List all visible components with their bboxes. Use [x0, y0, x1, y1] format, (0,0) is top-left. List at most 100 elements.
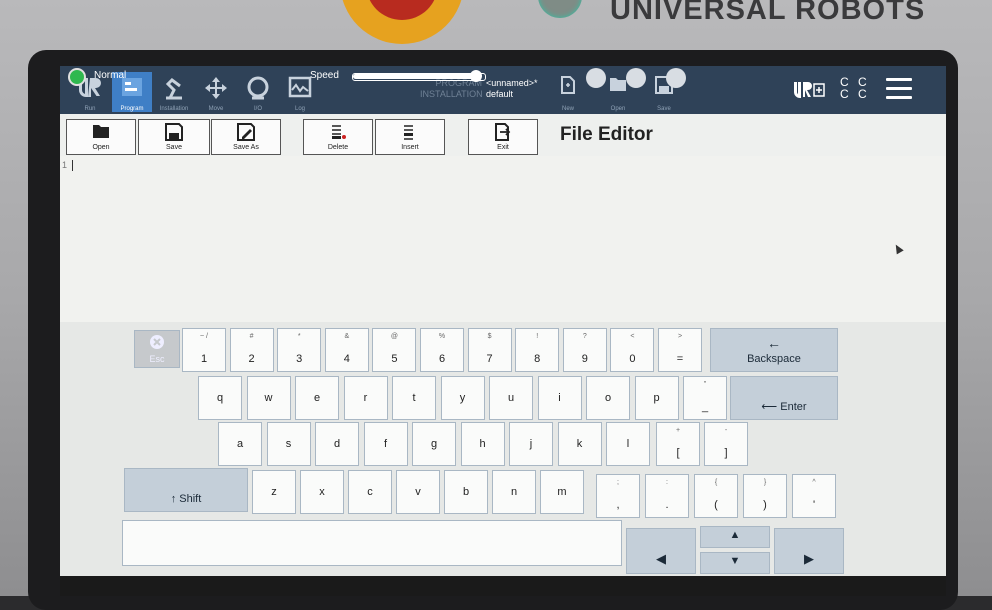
key-char: a — [236, 438, 244, 450]
key-j[interactable]: j — [509, 422, 553, 466]
key-down[interactable]: ▼ — [700, 552, 770, 574]
key-l[interactable]: l — [606, 422, 650, 466]
robot-status-icon[interactable] — [68, 68, 86, 86]
key-shift[interactable]: ↑ Shift — [124, 468, 248, 512]
key-char: 2 — [248, 353, 255, 365]
key-5[interactable]: @5 — [372, 328, 417, 372]
key-punct[interactable]: }) — [743, 474, 787, 518]
key-right[interactable]: ▶ — [774, 528, 844, 574]
key-underscore[interactable]: " _ — [683, 376, 727, 420]
key-symbol: - — [724, 427, 728, 434]
key-c[interactable]: c — [348, 470, 392, 514]
key-v[interactable]: v — [396, 470, 440, 514]
key-2[interactable]: #2 — [229, 328, 274, 372]
key-a[interactable]: a — [218, 422, 262, 466]
move-icon — [205, 77, 227, 99]
key-char: q — [216, 392, 224, 404]
key-bracket[interactable]: +[ — [656, 422, 700, 466]
status-bar — [60, 576, 946, 596]
key-char: w — [264, 392, 273, 404]
save-button[interactable]: Save — [138, 119, 210, 155]
key-g[interactable]: g — [412, 422, 456, 466]
arrow-right-icon: ▶ — [804, 551, 814, 566]
touch-screen: Run Program Installation Move I/O Log PR… — [60, 66, 946, 596]
installation-key: INSTALLATION — [420, 89, 483, 99]
nav-installation[interactable]: Installation — [154, 72, 194, 112]
key-punct[interactable]: ;, — [596, 474, 640, 518]
key-symbol: + — [675, 427, 681, 434]
key-bracket[interactable]: -] — [704, 422, 748, 466]
nav-io[interactable]: I/O — [238, 72, 278, 112]
key-w[interactable]: w — [246, 376, 291, 420]
hamburger-menu-icon[interactable] — [886, 78, 912, 100]
step-button[interactable] — [666, 68, 686, 88]
key-backspace[interactable]: ← Backspace — [710, 328, 838, 372]
delete-button[interactable]: Delete — [303, 119, 373, 155]
key-char: t — [412, 392, 416, 404]
play-button[interactable] — [586, 68, 606, 88]
key-up[interactable]: ▲ — [700, 526, 770, 548]
nav-label: I/O — [253, 106, 262, 112]
control-mode-indicator[interactable]: C C C C — [840, 76, 870, 100]
key-=[interactable]: > = — [658, 328, 702, 372]
new-label: New — [561, 106, 574, 112]
key-p[interactable]: p — [634, 376, 679, 420]
nav-move[interactable]: Move — [196, 72, 236, 112]
key-punct[interactable]: :. — [645, 474, 689, 518]
key-symbol: ! — [536, 333, 539, 340]
key-left[interactable]: ◀ — [626, 528, 696, 574]
code-editor[interactable] — [60, 156, 946, 324]
key-0[interactable]: <0 — [610, 328, 655, 372]
key-s[interactable]: s — [266, 422, 311, 466]
key-8[interactable]: ! 8 — [515, 328, 560, 372]
key-h[interactable]: h — [460, 422, 505, 466]
key-n[interactable]: n — [492, 470, 536, 514]
key-f[interactable]: f — [363, 422, 408, 466]
key-symbol: @ — [390, 333, 398, 340]
key-enter[interactable]: ⟵ Enter — [730, 376, 838, 420]
save-button-label: Save — [166, 144, 182, 151]
insert-button[interactable]: Insert — [375, 119, 445, 155]
key-o[interactable]: o — [586, 376, 630, 420]
save-as-button[interactable]: Save As — [211, 119, 281, 155]
key-char: ) — [763, 499, 767, 511]
open-button[interactable]: Open — [66, 119, 136, 155]
key-b[interactable]: b — [444, 470, 488, 514]
exit-button[interactable]: Exit — [468, 119, 538, 155]
nav-label: Move — [208, 106, 224, 112]
key-x[interactable]: x — [300, 470, 344, 514]
program-name: <unnamed>* — [486, 78, 538, 88]
key-symbol: > — [677, 333, 683, 340]
key-char: c — [367, 486, 373, 498]
key-punct[interactable]: ^ ' — [792, 474, 836, 518]
key-esc[interactable]: Esc — [134, 330, 180, 368]
key-i[interactable]: i — [537, 376, 582, 420]
ur-plus-icon[interactable] — [792, 80, 826, 100]
key-space[interactable] — [122, 520, 622, 566]
key-e[interactable]: e — [295, 376, 339, 420]
key-3[interactable]: * 3 — [277, 328, 322, 372]
pause-button[interactable] — [626, 68, 646, 88]
key-char: u — [507, 392, 515, 404]
key-r[interactable]: r — [343, 376, 388, 420]
key-4[interactable]: & 4 — [324, 328, 369, 372]
key-u[interactable]: u — [489, 376, 533, 420]
key-punct[interactable]: {( — [694, 474, 738, 518]
key-char: r — [363, 392, 368, 404]
key-m[interactable]: m — [540, 470, 584, 514]
new-file-button[interactable]: New — [554, 76, 582, 112]
key-9[interactable]: ? 9 — [562, 328, 607, 372]
key-z[interactable]: z — [252, 470, 296, 514]
key-y[interactable]: y — [440, 376, 485, 420]
key-1[interactable]: ~ / 1 — [182, 328, 226, 372]
key-char: 3 — [296, 353, 303, 365]
key-q[interactable]: q — [198, 376, 242, 420]
key-7[interactable]: $7 — [467, 328, 512, 372]
key-t[interactable]: t — [392, 376, 436, 420]
key-6[interactable]: % 6 — [420, 328, 464, 372]
speed-slider-handle[interactable] — [470, 70, 482, 82]
key-k[interactable]: k — [557, 422, 602, 466]
key-symbol: ~ / — [200, 333, 208, 340]
key-char: 9 — [581, 353, 588, 365]
key-d[interactable]: d — [315, 422, 359, 466]
